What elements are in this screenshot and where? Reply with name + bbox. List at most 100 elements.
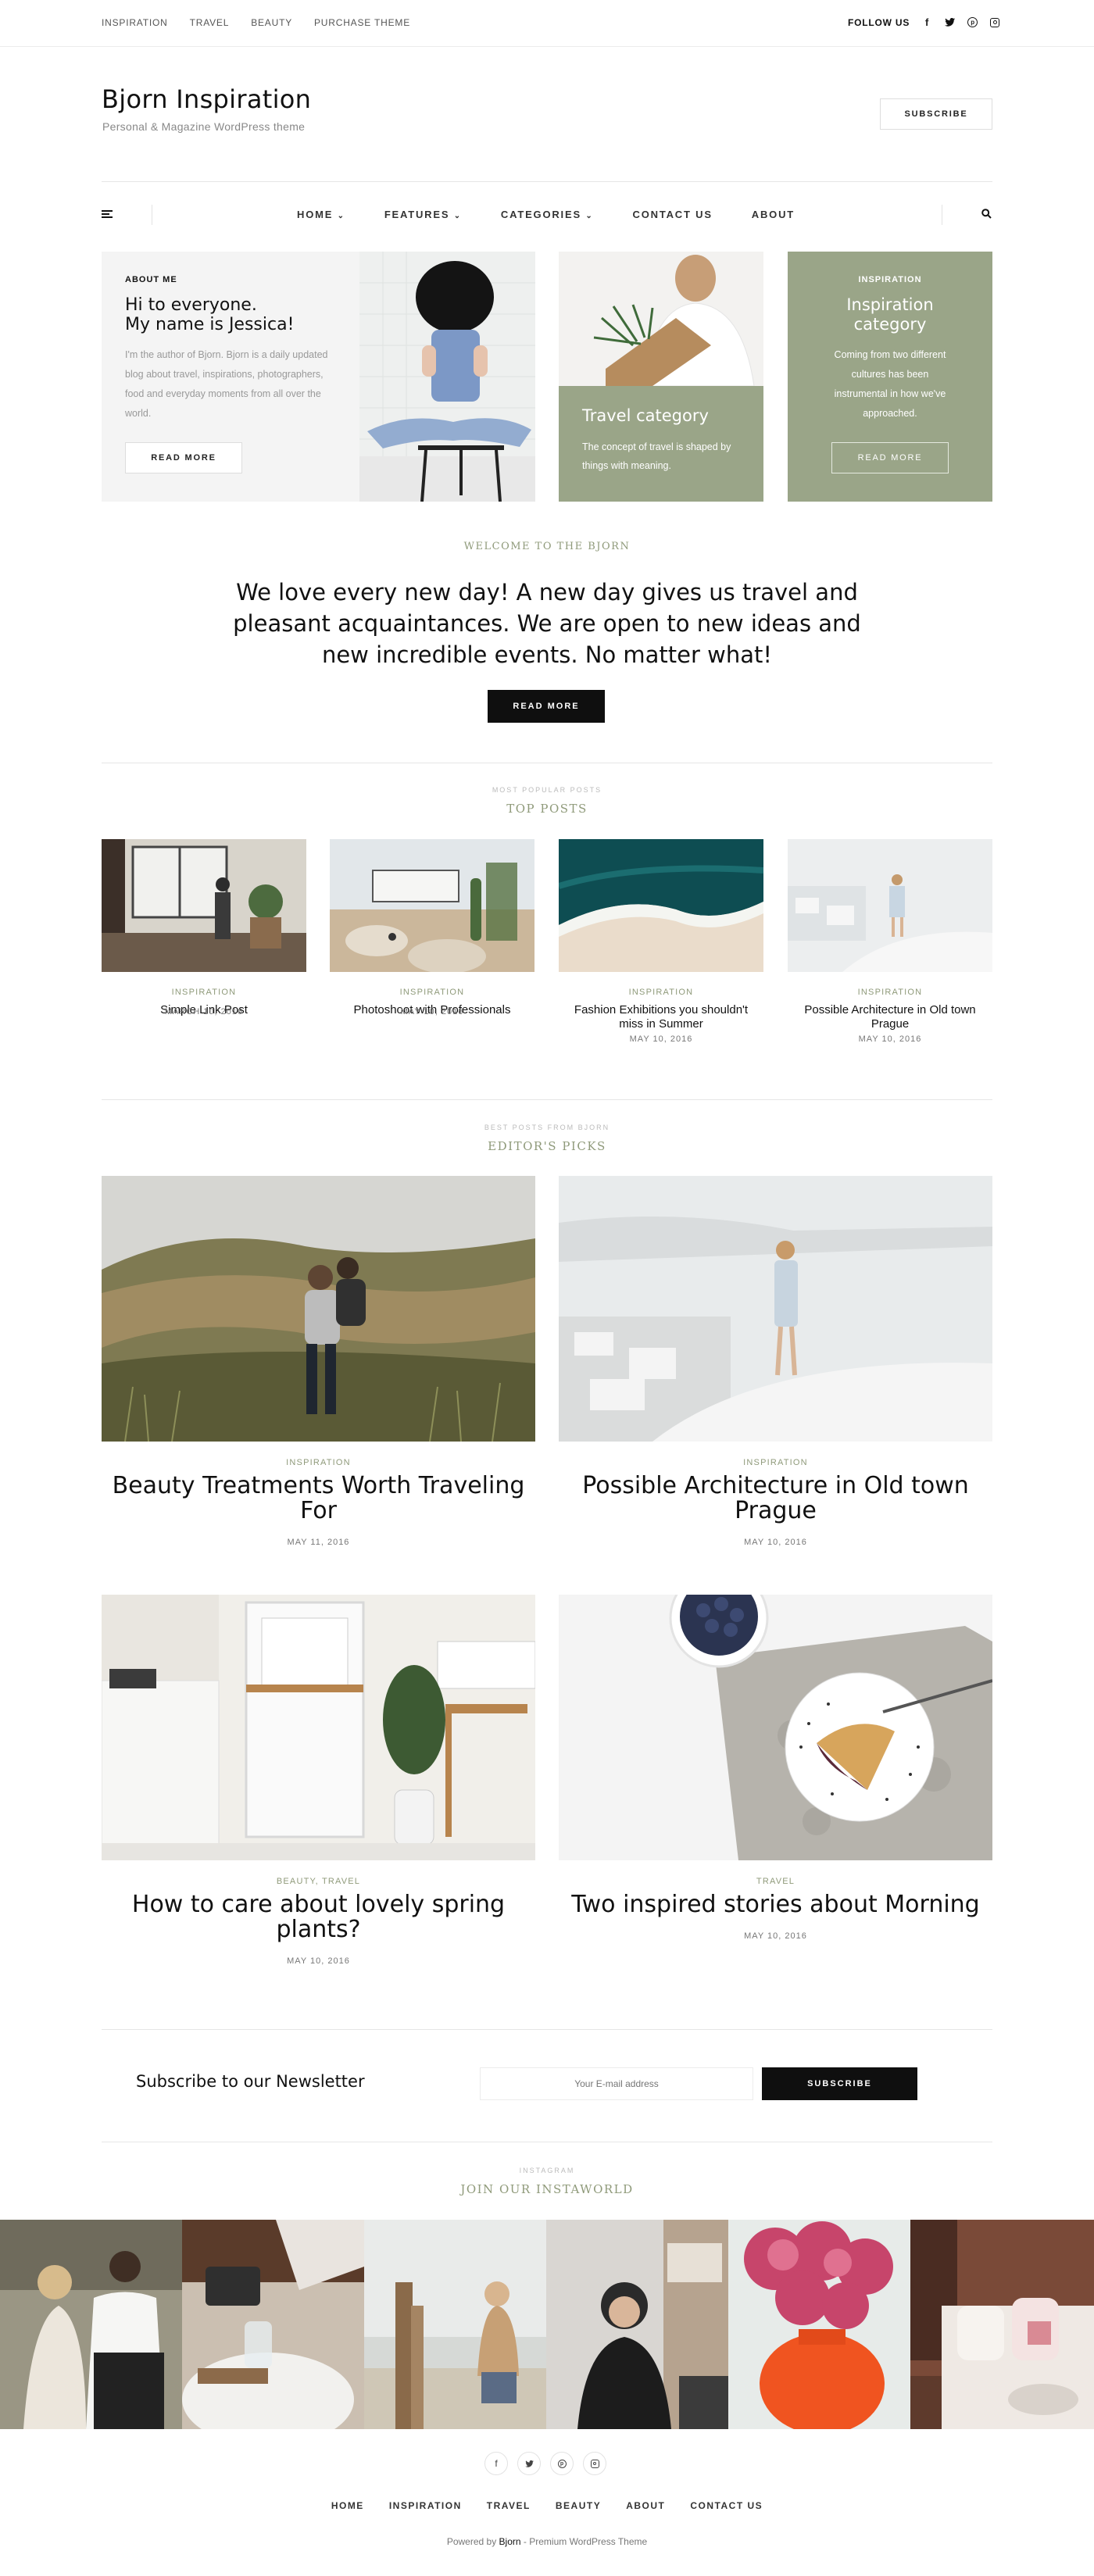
instagram-icon[interactable] — [990, 17, 1000, 27]
top-post-image[interactable] — [102, 839, 306, 972]
newsletter-email-input[interactable] — [480, 2067, 753, 2100]
nav-home-label: HOME — [297, 209, 334, 220]
nav-contact[interactable]: CONTACT US — [633, 209, 713, 220]
nav-home[interactable]: HOME ⌄ — [297, 209, 345, 220]
facebook-icon[interactable]: f — [484, 2452, 508, 2475]
instagram-photo[interactable] — [910, 2220, 1094, 2429]
inspiration-title[interactable]: Inspiration category — [788, 295, 992, 334]
nav-about[interactable]: ABOUT — [752, 209, 795, 220]
instagram-icon[interactable] — [583, 2452, 606, 2475]
inspiration-read-more-button[interactable]: READ MORE — [831, 442, 949, 473]
nav-features[interactable]: FEATURES ⌄ — [384, 209, 462, 220]
divider — [102, 181, 992, 182]
post-date: MAY 10, 2016 — [744, 1538, 807, 1547]
post-title[interactable]: Fashion Exhibitions you shouldn't miss in… — [559, 1003, 763, 1031]
top-post-image[interactable] — [330, 839, 534, 972]
inspiration-text: Coming from two different cultures has b… — [834, 349, 946, 419]
about-heading-line1: Hi to everyone. — [125, 295, 257, 315]
footer-link[interactable]: ABOUT — [626, 2500, 665, 2511]
editors-pick-card: TRAVEL Two inspired stories about Mornin… — [559, 1877, 992, 1941]
about-photo — [359, 252, 535, 502]
post-title-line2: Prague — [735, 1497, 817, 1524]
post-title[interactable]: Possible Architecture in Old town Prague — [559, 1474, 992, 1524]
editors-pick-image[interactable] — [559, 1176, 992, 1442]
topnav-link[interactable]: BEAUTY — [251, 17, 292, 28]
post-title[interactable]: Possible Architecture in Old town Prague — [788, 1003, 992, 1031]
about-read-more-button[interactable]: READ MORE — [125, 442, 242, 473]
facebook-icon[interactable]: f — [922, 16, 931, 28]
footer-link[interactable]: INSPIRATION — [389, 2500, 462, 2511]
header-subscribe-button[interactable]: SUBSCRIBE — [880, 98, 992, 130]
chevron-down-icon: ⌄ — [337, 212, 345, 220]
search-icon[interactable] — [981, 209, 992, 223]
footer-link[interactable]: CONTACT US — [690, 2500, 763, 2511]
twitter-icon[interactable] — [944, 18, 955, 27]
instagram-photo[interactable] — [546, 2220, 728, 2429]
menu-icon-bar — [102, 210, 113, 212]
editors-pick-image[interactable] — [102, 1595, 535, 1860]
inspiration-title-line2: category — [853, 315, 927, 334]
instagram-kicker: INSTAGRAM — [519, 2167, 575, 2174]
topnav-link[interactable]: TRAVEL — [190, 17, 230, 28]
footer-link[interactable]: HOME — [331, 2500, 364, 2511]
travel-category-text: The concept of travel is shaped by thing… — [582, 441, 731, 471]
instagram-title: JOIN OUR INSTAWORLD — [460, 2182, 634, 2196]
post-title-line2: plants? — [276, 1916, 361, 1943]
footer-link[interactable]: TRAVEL — [487, 2500, 531, 2511]
site-title[interactable]: Bjorn Inspiration — [102, 84, 311, 114]
post-date: MAY 11, 2016 — [287, 1538, 350, 1547]
post-category[interactable]: INSPIRATION — [330, 988, 534, 997]
top-post-image[interactable] — [559, 839, 763, 972]
welcome-line2: pleasant acquaintances. We are open to n… — [233, 610, 861, 637]
topnav-link[interactable]: INSPIRATION — [102, 17, 168, 28]
post-title-line1: Possible Architecture in Old town — [582, 1472, 969, 1499]
footer-credit: Powered by Bjorn - Premium WordPress The… — [0, 2536, 1094, 2547]
editors-pick-card: INSPIRATION Possible Architecture in Old… — [559, 1458, 992, 1547]
welcome-read-more-button[interactable]: READ MORE — [488, 690, 605, 723]
menu-icon-bar — [102, 216, 113, 218]
travel-category-title[interactable]: Travel category — [582, 406, 709, 425]
chevron-down-icon: ⌄ — [453, 212, 462, 220]
instagram-photo[interactable] — [364, 2220, 546, 2429]
twitter-icon[interactable] — [517, 2452, 541, 2475]
topnav-link[interactable]: PURCHASE THEME — [314, 17, 410, 28]
editors-pick-card: BEAUTY, TRAVEL How to care about lovely … — [102, 1877, 535, 1966]
instagram-photo[interactable] — [182, 2220, 364, 2429]
nav-features-label: FEATURES — [384, 209, 450, 220]
footer-brand-link[interactable]: Bjorn — [499, 2536, 521, 2547]
follow-us: FOLLOW US f p — [848, 16, 1000, 28]
post-title[interactable]: How to care about lovely spring plants? — [102, 1892, 535, 1942]
post-category[interactable]: INSPIRATION — [788, 988, 992, 997]
post-title-line2: miss in Summer — [619, 1017, 703, 1031]
post-category[interactable]: INSPIRATION — [102, 1458, 535, 1467]
post-title[interactable]: Two inspired stories about Morning — [559, 1892, 992, 1917]
pinterest-glyph: p — [557, 2459, 567, 2468]
editors-pick-image[interactable] — [102, 1176, 535, 1442]
welcome-text: We love every new day! A new day gives u… — [102, 577, 992, 670]
editors-pick-image[interactable] — [559, 1595, 992, 1860]
post-title[interactable]: Beauty Treatments Worth Traveling For — [102, 1474, 535, 1524]
instagram-lens — [992, 20, 997, 24]
top-post-image[interactable] — [788, 839, 992, 972]
nav-categories[interactable]: CATEGORIES ⌄ — [501, 209, 594, 220]
pinterest-icon[interactable]: p — [967, 17, 978, 27]
footer-nav: HOME INSPIRATION TRAVEL BEAUTY ABOUT CON… — [0, 2500, 1094, 2511]
instagram-lens — [593, 2462, 596, 2465]
post-category[interactable]: INSPIRATION — [559, 988, 763, 997]
site-tagline: Personal & Magazine WordPress theme — [102, 120, 306, 133]
welcome-line1: We love every new day! A new day gives u… — [236, 579, 858, 606]
menu-icon[interactable] — [102, 210, 113, 218]
post-category[interactable]: INSPIRATION — [102, 988, 306, 997]
post-category[interactable]: INSPIRATION — [559, 1458, 992, 1467]
newsletter-subscribe-button[interactable]: SUBSCRIBE — [762, 2067, 917, 2100]
instagram-glyph — [590, 2459, 599, 2468]
post-date: MAY 10, 2016 — [744, 1931, 807, 1941]
footer-link[interactable]: BEAUTY — [556, 2500, 601, 2511]
editors-kicker: BEST POSTS FROM BJORN — [484, 1124, 610, 1131]
instagram-photo[interactable] — [0, 2220, 182, 2429]
post-date: MAY 10, 2016 — [287, 1956, 350, 1966]
post-category[interactable]: TRAVEL — [559, 1877, 992, 1886]
post-category[interactable]: BEAUTY, TRAVEL — [102, 1877, 535, 1886]
pinterest-icon[interactable]: p — [550, 2452, 574, 2475]
instagram-photo[interactable] — [728, 2220, 910, 2429]
